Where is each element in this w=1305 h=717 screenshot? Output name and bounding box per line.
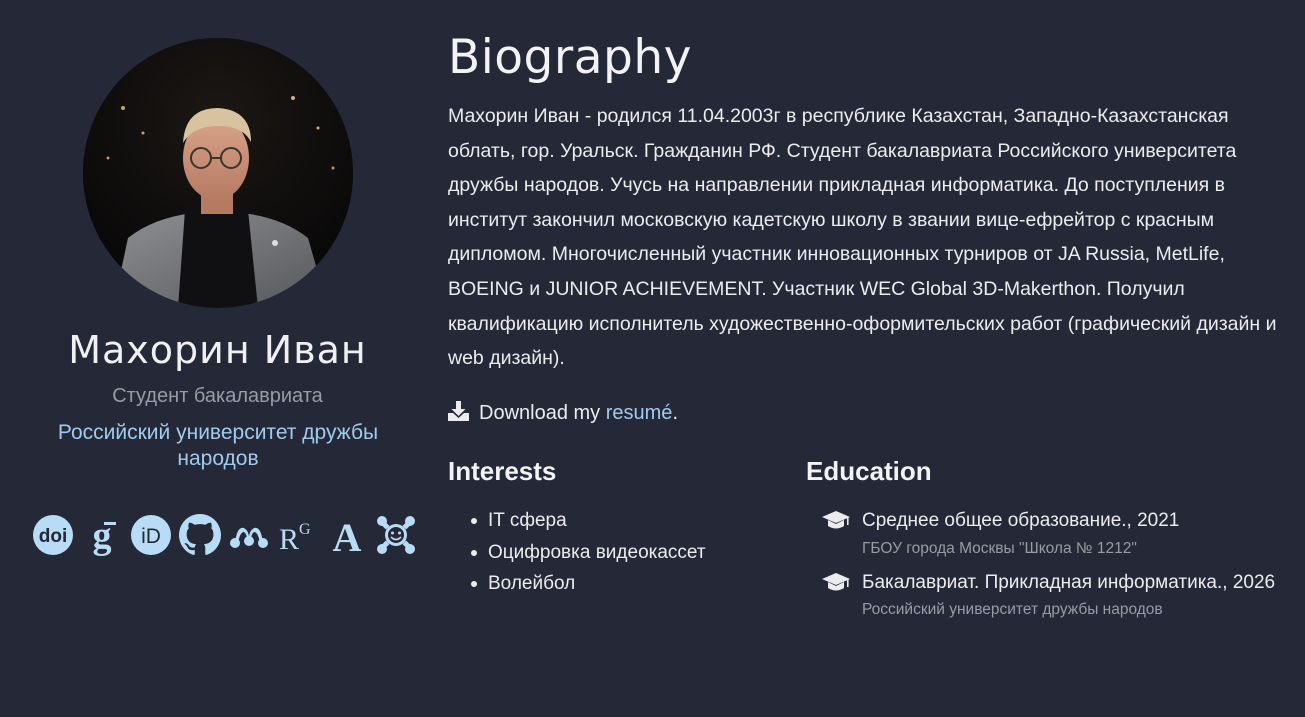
svg-text:g: g — [92, 515, 111, 556]
interests-list: IT сфера Оцифровка видеокассет Волейбол — [448, 505, 706, 600]
github-icon[interactable] — [175, 512, 224, 558]
researchgate-icon[interactable]: R G — [273, 512, 322, 558]
download-resume: Download my resumé. — [448, 400, 678, 427]
doi-icon[interactable]: doi — [28, 512, 77, 558]
interests-title: Interests — [448, 456, 557, 486]
about-page: Махорин Иван Студент бакалавриата Россий… — [0, 0, 1305, 717]
academia-icon[interactable]: A — [322, 512, 371, 558]
profile-organization-link[interactable]: Российский университет дружбы народов — [18, 420, 418, 472]
svg-text:R: R — [279, 523, 299, 556]
svg-text:iD: iD — [141, 525, 161, 548]
education-item: Среднее общее образование., 2021 ГБОУ го… — [822, 505, 1282, 561]
orcid-icon[interactable]: iD — [126, 512, 175, 558]
avatar — [83, 38, 353, 308]
social-links: doi g iD R G A — [28, 512, 420, 558]
svg-text:G: G — [299, 521, 311, 538]
profile-name: Махорин Иван — [68, 328, 367, 372]
download-text: Download my — [479, 402, 601, 424]
download-icon — [448, 400, 469, 427]
svg-text:doi: doi — [38, 526, 67, 547]
svg-text:A: A — [332, 515, 361, 556]
education-course: Бакалавриат. Прикладная информатика., 20… — [862, 571, 1276, 593]
education-course: Среднее общее образование., 2021 — [862, 510, 1180, 531]
education-institution: ГБОУ города Москвы "Школа № 1212" — [862, 539, 1137, 557]
biography-title: Biography — [448, 30, 692, 85]
graduation-cap-icon — [822, 510, 850, 535]
resume-link[interactable]: resumé — [606, 402, 673, 424]
list-item: Волейбол — [471, 568, 706, 600]
osf-icon[interactable] — [371, 512, 420, 558]
google-scholar-icon[interactable]: g — [77, 512, 126, 558]
download-suffix: . — [672, 402, 678, 424]
profile-role: Студент бакалавриата — [112, 385, 323, 407]
list-item: IT сфера — [471, 505, 706, 537]
mendeley-icon[interactable] — [224, 512, 273, 558]
list-item: Оцифровка видеокассет — [471, 537, 706, 569]
education-list: Среднее общее образование., 2021 ГБОУ го… — [822, 505, 1282, 628]
education-item: Бакалавриат. Прикладная информатика., 20… — [822, 567, 1282, 623]
education-title: Education — [806, 456, 932, 486]
graduation-cap-icon — [822, 572, 850, 597]
biography-text: Махорин Иван - родился 11.04.2003г в рес… — [448, 105, 1277, 370]
education-institution: Российский университет дружбы народов — [862, 601, 1163, 618]
